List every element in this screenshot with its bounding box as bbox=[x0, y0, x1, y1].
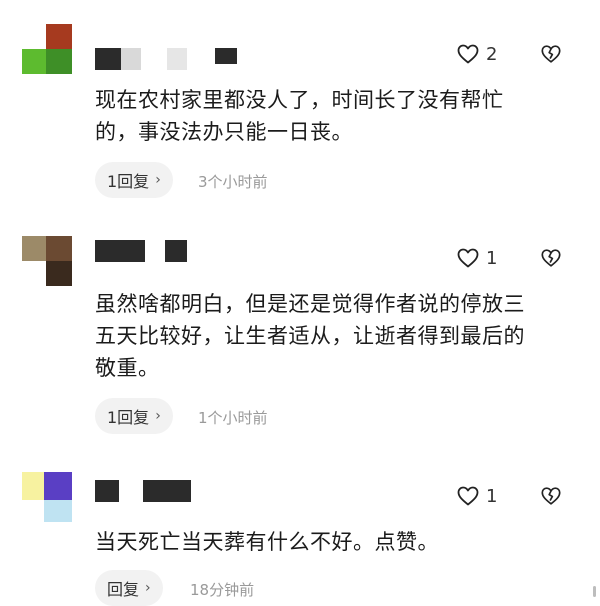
chevron-right-icon: › bbox=[145, 580, 151, 596]
timestamp: 3个小时前 bbox=[198, 173, 268, 191]
username-redacted[interactable] bbox=[95, 480, 195, 502]
comment-text: 虽然啥都明白，但是还是觉得作者说的停放三 五天比较好，让生者适从，让逝者得到最后… bbox=[95, 292, 525, 380]
chevron-right-icon: › bbox=[155, 172, 161, 188]
broken-heart-icon[interactable] bbox=[540, 247, 562, 269]
avatar[interactable] bbox=[22, 24, 72, 74]
chevron-right-icon: › bbox=[155, 408, 161, 424]
reply-button[interactable]: 1回复 › bbox=[95, 162, 173, 198]
like-button[interactable]: 1 bbox=[456, 484, 497, 508]
broken-heart-icon[interactable] bbox=[540, 43, 562, 65]
heart-outline-icon bbox=[457, 44, 479, 64]
like-count: 2 bbox=[486, 43, 498, 65]
scrollbar-thumb[interactable] bbox=[593, 586, 596, 597]
avatar[interactable] bbox=[22, 236, 72, 286]
username-redacted[interactable] bbox=[95, 240, 195, 262]
comment-text: 现在农村家里都没人了，时间长了没有帮忙 的，事没法办只能一日丧。 bbox=[95, 88, 504, 144]
heart-outline-icon bbox=[457, 248, 479, 268]
username-redacted[interactable] bbox=[95, 48, 240, 70]
like-count: 1 bbox=[486, 485, 498, 507]
broken-heart-icon[interactable] bbox=[540, 485, 562, 507]
reply-button[interactable]: 1回复 › bbox=[95, 398, 173, 434]
like-button[interactable]: 1 bbox=[456, 246, 497, 270]
like-count: 1 bbox=[486, 247, 498, 269]
like-button[interactable]: 2 bbox=[456, 42, 497, 66]
avatar[interactable] bbox=[22, 472, 72, 522]
comment-text: 当天死亡当天葬有什么不好。点赞。 bbox=[95, 530, 439, 554]
timestamp: 1个小时前 bbox=[198, 409, 268, 427]
heart-outline-icon bbox=[457, 486, 479, 506]
reply-button[interactable]: 回复 › bbox=[95, 570, 163, 606]
